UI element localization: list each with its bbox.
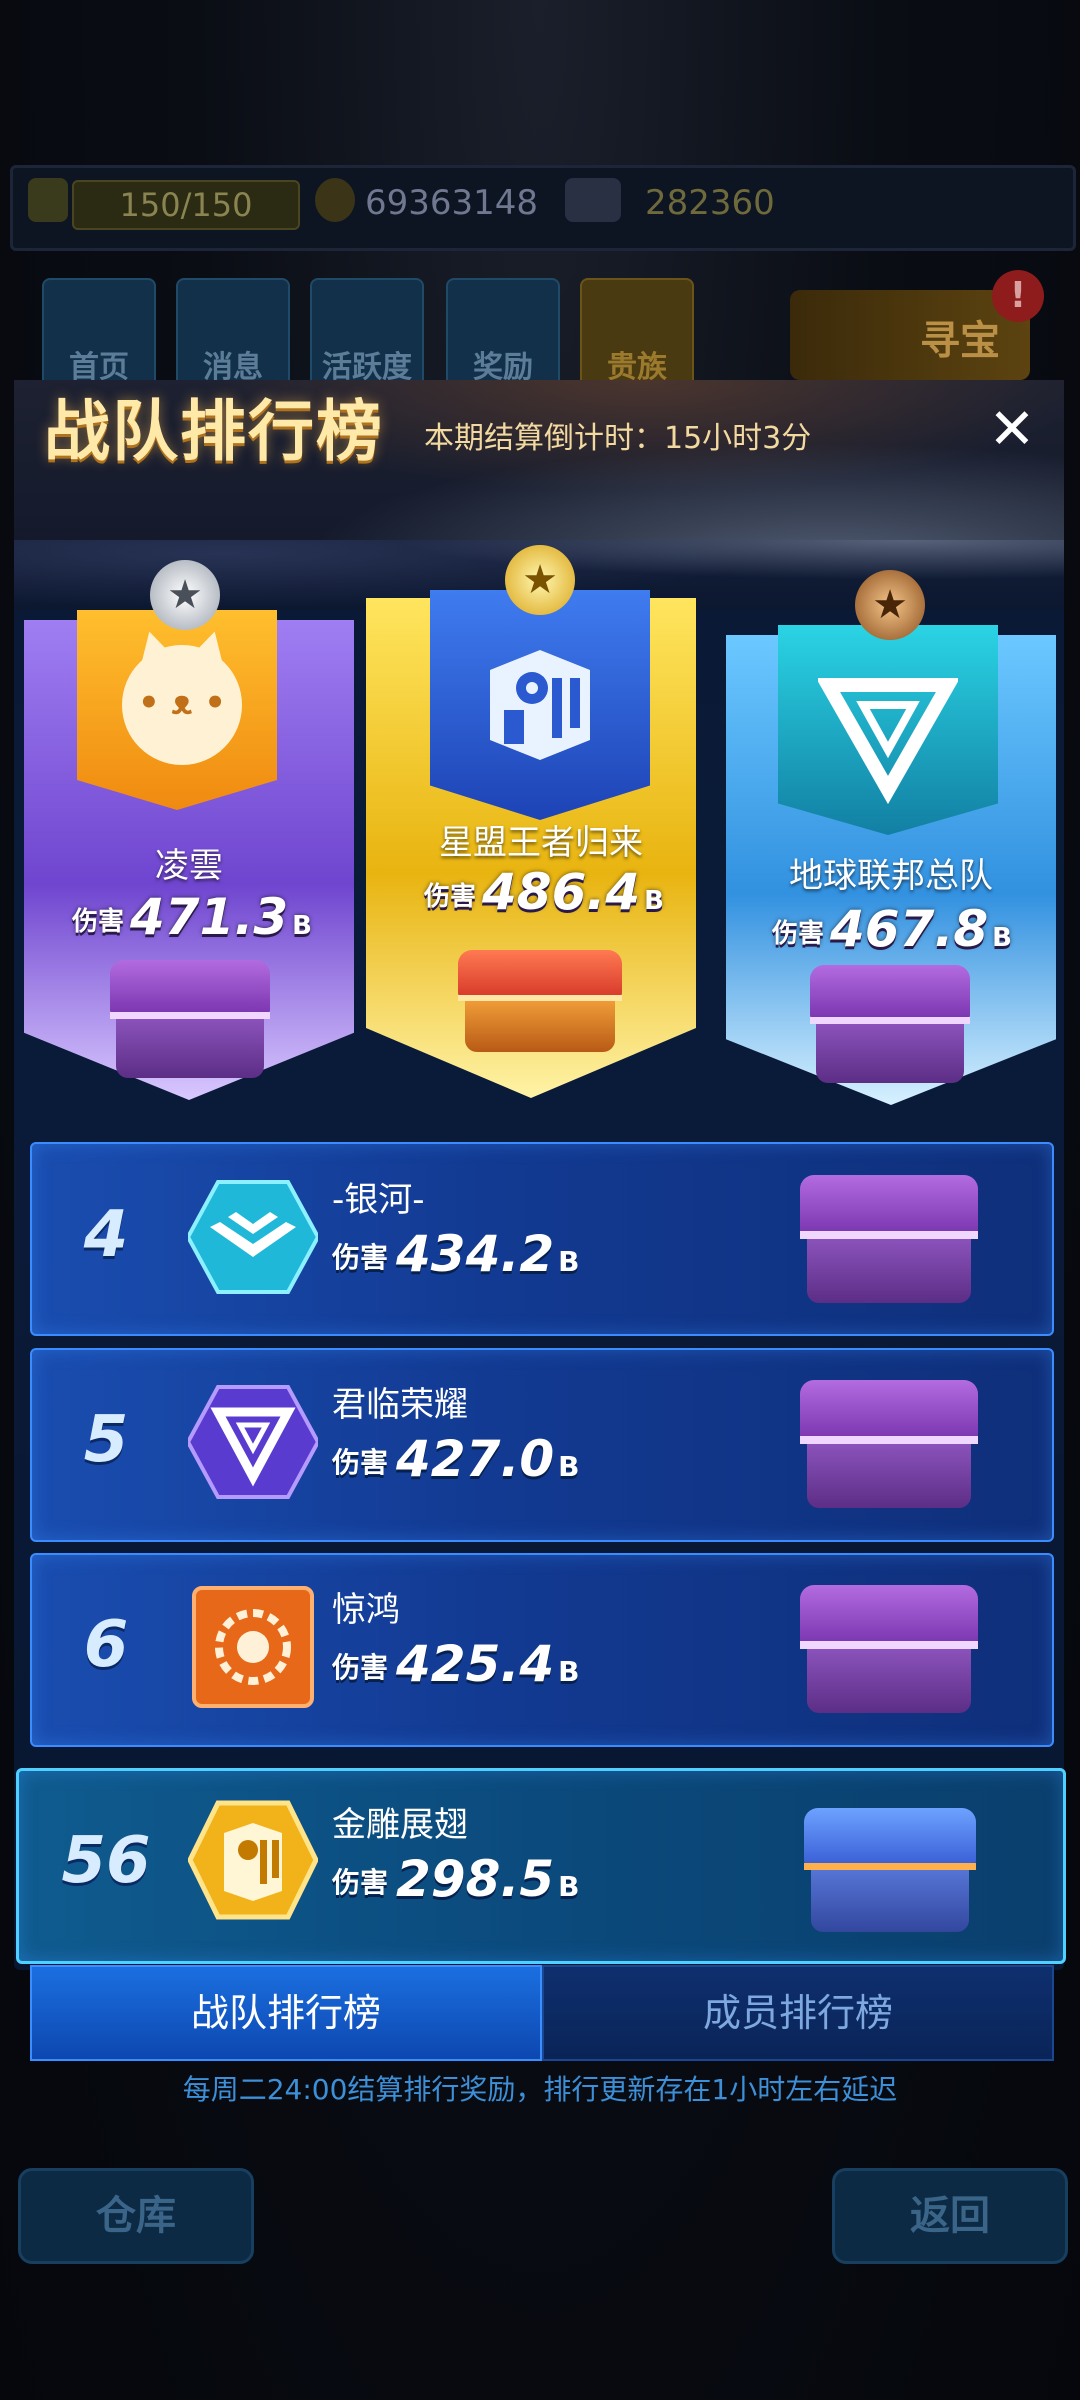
gold-value: 69363148	[365, 183, 539, 223]
cat-emblem-icon: • ᴥ •	[122, 626, 242, 765]
damage-value: 298.5	[396, 1850, 555, 1908]
damage-unit: B	[644, 886, 664, 916]
damage-value: 486.4	[482, 863, 641, 921]
panel-title: 战队排行榜	[44, 393, 384, 470]
settlement-countdown: 本期结算倒计时：15小时3分	[424, 421, 812, 456]
gold-medal-icon: ★	[505, 545, 575, 615]
back-button[interactable]: 返回	[832, 2168, 1068, 2264]
damage-unit: B	[558, 1450, 580, 1483]
tab-member-ranking[interactable]: 成员排行榜	[542, 1965, 1054, 2061]
damage-label: 伤害	[332, 1866, 389, 1899]
my-rank-number: 56	[61, 1824, 151, 1898]
damage-value: 471.3	[130, 888, 289, 946]
rank-number: 6	[83, 1608, 129, 1682]
damage-unit: B	[292, 911, 312, 941]
damage-label: 伤害	[332, 1446, 389, 1479]
podium-rank-3-damage: 伤害 467.8 B	[772, 900, 1012, 958]
purple-chest-icon	[800, 1175, 978, 1303]
triangle-emblem-icon	[818, 678, 958, 805]
treasure-alert-badge: !	[992, 270, 1044, 322]
damage-value: 434.2	[396, 1225, 555, 1283]
damage-unit: B	[992, 923, 1012, 953]
blue-chest-icon	[804, 1808, 976, 1932]
mech-emblem-icon	[490, 650, 590, 760]
damage-value: 425.4	[396, 1635, 555, 1693]
energy-icon	[28, 178, 68, 222]
damage-unit: B	[558, 1655, 580, 1688]
damage-label: 伤害	[332, 1651, 389, 1684]
team-name: -银河-	[332, 1180, 425, 1220]
damage-label: 伤害	[772, 919, 825, 949]
podium-rank-1-name: 星盟王者归来	[439, 823, 643, 863]
purple-chest-icon	[800, 1380, 978, 1508]
wings-emblem-icon	[188, 1180, 318, 1294]
my-team-name: 金雕展翅	[332, 1805, 468, 1845]
podium-rank-2-name: 凌雲	[155, 846, 223, 886]
purple-chest-icon	[810, 965, 970, 1083]
damage-value: 467.8	[830, 900, 989, 958]
nav-messages-button[interactable]: 消息	[176, 278, 290, 390]
my-team-damage: 伤害 298.5 B	[332, 1850, 580, 1908]
team-damage: 伤害 427.0 B	[332, 1430, 580, 1488]
rank-number: 4	[83, 1198, 129, 1272]
nav-noble-button[interactable]: 贵族	[580, 278, 694, 390]
energy-value: 150/150	[72, 180, 300, 230]
settlement-notice: 每周二24:00结算排行奖励，排行更新存在1小时左右延迟	[182, 2073, 898, 2106]
bronze-medal-icon: ★	[855, 570, 925, 640]
rank-number: 5	[83, 1403, 129, 1477]
damage-label: 伤害	[72, 907, 125, 937]
crystal-value: 282360	[645, 183, 775, 223]
triangle-emblem-icon	[188, 1385, 318, 1499]
gold-icon	[315, 178, 355, 222]
red-chest-icon	[458, 950, 622, 1052]
nav-rewards-button[interactable]: 奖励	[446, 278, 560, 390]
close-icon[interactable]: ✕	[982, 400, 1042, 460]
silver-medal-icon: ★	[150, 560, 220, 630]
purple-chest-icon	[110, 960, 270, 1078]
treasure-label: 寻宝	[920, 318, 1000, 364]
mech-emblem-icon	[188, 1800, 318, 1920]
team-damage: 伤害 425.4 B	[332, 1635, 580, 1693]
team-name: 君临荣耀	[332, 1385, 468, 1425]
sun-emblem-icon	[192, 1586, 314, 1708]
nav-activity-button[interactable]: 活跃度	[310, 278, 424, 390]
podium-rank-1-damage: 伤害 486.4 B	[424, 863, 664, 921]
damage-unit: B	[558, 1870, 580, 1903]
team-damage: 伤害 434.2 B	[332, 1225, 580, 1283]
damage-label: 伤害	[332, 1241, 389, 1274]
damage-label: 伤害	[424, 882, 477, 912]
nav-home-button[interactable]: 首页	[42, 278, 156, 390]
crystal-icon	[565, 178, 621, 222]
warehouse-button[interactable]: 仓库	[18, 2168, 254, 2264]
purple-chest-icon	[800, 1585, 978, 1713]
damage-value: 427.0	[396, 1430, 555, 1488]
damage-unit: B	[558, 1245, 580, 1278]
podium-rank-2-damage: 伤害 471.3 B	[72, 888, 312, 946]
team-name: 惊鸿	[332, 1590, 400, 1630]
podium-rank-3-name: 地球联邦总队	[789, 856, 993, 896]
tab-team-ranking[interactable]: 战队排行榜	[30, 1965, 542, 2061]
